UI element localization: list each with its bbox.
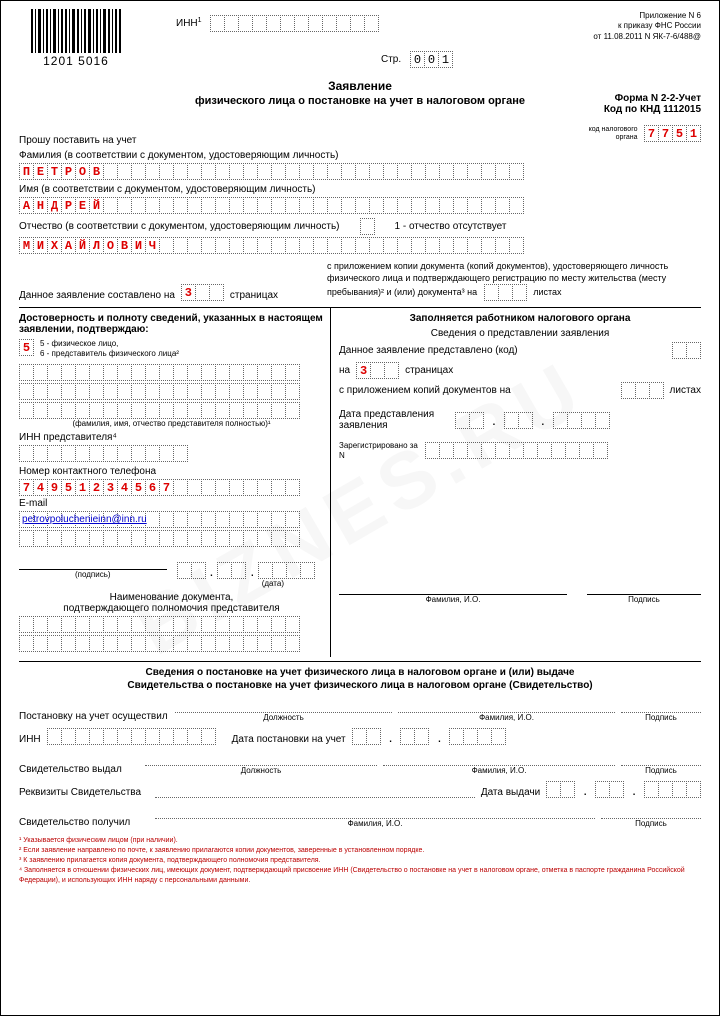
right-official-block: Заполняется работником налогового органа…: [331, 308, 701, 657]
sheets-cells[interactable]: [484, 284, 527, 301]
rep-name-2[interactable]: [19, 383, 300, 400]
name-label: Имя (в соответствии с документом, удосто…: [19, 184, 701, 195]
header-right: Приложение N 6 к приказу ФНС России от 1…: [593, 11, 701, 42]
rep-name-1[interactable]: [19, 364, 300, 381]
tax-org-cells[interactable]: 7751: [644, 125, 701, 142]
inn-cells[interactable]: [210, 15, 379, 32]
patronymic-cells[interactable]: МИХАЙЛОВИЧ: [19, 237, 524, 254]
doc-name-1[interactable]: [19, 616, 300, 633]
registration-section: Сведения о постановке на учет физическог…: [19, 661, 701, 828]
name-cells[interactable]: АНДРЕЙ: [19, 197, 524, 214]
reg-inn[interactable]: [47, 728, 216, 745]
surname-cells[interactable]: ПЕТРОВ: [19, 163, 524, 180]
doc-title: Заявление: [19, 79, 701, 93]
reg-number[interactable]: [425, 442, 608, 459]
form-page: BIZNES.RU 1201 5016 ИНН1 Стр. 001 Прилож…: [0, 0, 720, 1016]
email-cells-2[interactable]: [19, 530, 300, 547]
patronymic-flag-cell[interactable]: [360, 218, 375, 235]
pages-count[interactable]: 3: [181, 284, 224, 301]
form-code: Форма N 2-2-Учет Код по КНД 1112015: [604, 93, 701, 115]
barcode-text: 1201 5016: [31, 54, 121, 68]
tax-org-code: код налогового органа 7751: [589, 125, 701, 142]
email-value: petrovpoluchenieinn@inn.ru: [22, 514, 147, 525]
patronymic-row: Отчество (в соответствии с документом, у…: [19, 218, 701, 235]
doc-name-2[interactable]: [19, 635, 300, 652]
footnotes: ¹ Указывается физическим лицом (при нали…: [19, 836, 701, 885]
doc-subtitle: физического лица о постановке на учет в …: [19, 95, 701, 107]
barcode: 1201 5016: [31, 9, 121, 68]
submit-code[interactable]: [672, 342, 701, 359]
submit-pages[interactable]: 3: [356, 362, 399, 379]
submit-sheets[interactable]: [621, 382, 664, 399]
person-type[interactable]: 5: [19, 339, 34, 356]
phone-cells[interactable]: 74951234567: [19, 479, 300, 496]
sig-date[interactable]: [177, 562, 206, 579]
surname-label: Фамилия (в соответствии с документом, уд…: [19, 150, 701, 161]
page-cells: 001: [410, 51, 453, 68]
inn-label: ИНН1: [176, 15, 379, 32]
split-section: Достоверность и полноту сведений, указан…: [19, 307, 701, 657]
left-confirm-block: Достоверность и полноту сведений, указан…: [19, 308, 331, 657]
pages-block: Данное заявление составлено на 3 страниц…: [19, 260, 701, 301]
page-number: Стр. 001: [381, 51, 453, 68]
rep-inn[interactable]: [19, 445, 188, 462]
rep-name-3[interactable]: [19, 402, 300, 419]
